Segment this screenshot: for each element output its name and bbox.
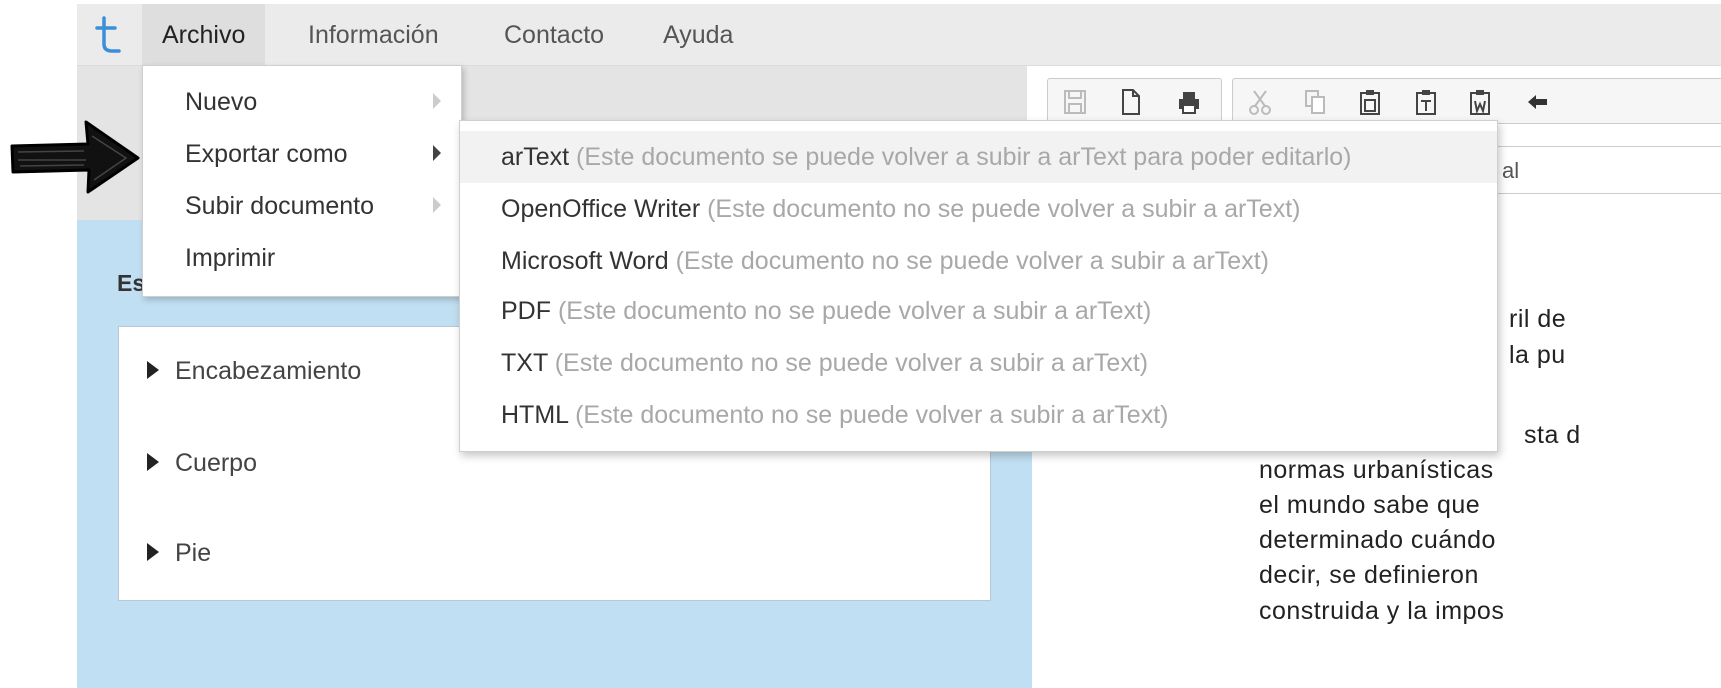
doc-line: sta d	[1524, 421, 1581, 449]
doc-line: ril de	[1509, 305, 1567, 333]
app-window: Archivo Información Contacto Ayuda Es En…	[77, 0, 1721, 688]
menu-item-exportar-como[interactable]: Exportar como	[143, 128, 461, 180]
doc-line: determinado cuándo	[1259, 526, 1496, 554]
chevron-right-icon	[433, 197, 441, 213]
style-select[interactable]: al	[1495, 146, 1721, 194]
doc-line: normas urbanísticas	[1259, 456, 1494, 484]
chevron-right-icon	[433, 93, 441, 109]
print-icon[interactable]	[1174, 86, 1204, 118]
section-pie[interactable]: Pie	[147, 539, 211, 568]
section-encabezamiento[interactable]: Encabezamiento	[147, 357, 361, 386]
copy-icon[interactable]	[1300, 86, 1330, 118]
expand-triangle-icon	[147, 543, 159, 561]
menu-contacto[interactable]: Contacto	[484, 4, 624, 66]
export-option-openoffice[interactable]: OpenOffice Writer (Este documento no se …	[460, 183, 1497, 235]
export-option-html[interactable]: HTML (Este documento no se puede volver …	[460, 389, 1497, 441]
menu-archivo[interactable]: Archivo	[142, 4, 266, 66]
export-option-word[interactable]: Microsoft Word (Este documento no se pue…	[460, 235, 1497, 287]
annotation-arrow-icon	[8, 116, 142, 196]
menu-item-imprimir[interactable]: Imprimir	[143, 232, 461, 284]
export-option-pdf[interactable]: PDF (Este documento no se puede volver a…	[460, 285, 1497, 337]
new-document-icon[interactable]	[1116, 86, 1146, 118]
paste-word-icon[interactable]	[1465, 86, 1495, 118]
menu-informacion[interactable]: Información	[288, 4, 459, 66]
menu-item-subir-documento[interactable]: Subir documento	[143, 180, 461, 232]
archivo-dropdown: Nuevo Exportar como Subir documento Impr…	[142, 65, 462, 297]
cut-icon[interactable]	[1245, 86, 1275, 118]
artext-logo[interactable]	[95, 14, 125, 54]
export-option-txt[interactable]: TXT (Este documento no se puede volver a…	[460, 337, 1497, 389]
doc-line: construida y la impos	[1259, 597, 1505, 625]
exportar-submenu: arText (Este documento se puede volver a…	[459, 120, 1498, 452]
paste-text-icon[interactable]	[1411, 86, 1441, 118]
save-icon[interactable]	[1060, 86, 1090, 118]
panel-title: Es	[117, 270, 146, 296]
top-menubar: Archivo Información Contacto Ayuda	[77, 4, 1721, 66]
menu-item-nuevo[interactable]: Nuevo	[143, 76, 461, 128]
paste-icon[interactable]	[1355, 86, 1385, 118]
toolbar-group-document	[1047, 78, 1222, 124]
expand-triangle-icon	[147, 361, 159, 379]
section-cuerpo[interactable]: Cuerpo	[147, 449, 257, 478]
doc-line: el mundo sabe que	[1259, 491, 1481, 519]
undo-icon[interactable]	[1523, 86, 1553, 118]
chevron-right-icon	[433, 145, 441, 161]
expand-triangle-icon	[147, 453, 159, 471]
doc-line: decir, se definieron	[1259, 561, 1479, 589]
export-option-artext[interactable]: arText (Este documento se puede volver a…	[460, 131, 1497, 183]
toolbar-group-clipboard	[1232, 78, 1721, 124]
doc-line: la pu	[1509, 341, 1566, 369]
menu-ayuda[interactable]: Ayuda	[643, 4, 753, 66]
